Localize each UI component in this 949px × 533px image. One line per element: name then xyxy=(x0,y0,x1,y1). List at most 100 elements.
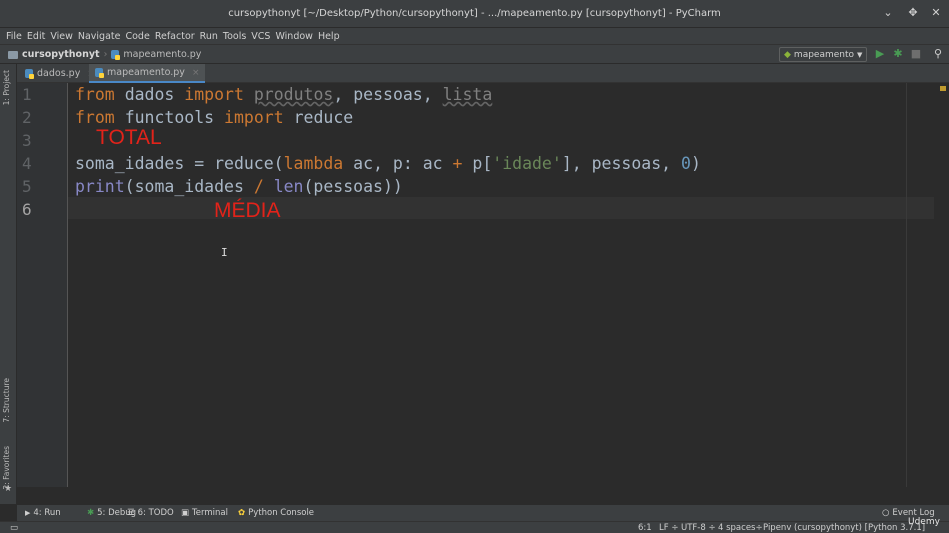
status-bar: ▭ 6:1 LF ÷ UTF-8 ÷ 4 spaces÷ Pipenv (cur… xyxy=(0,521,949,533)
project-tool-tab[interactable]: 1: Project xyxy=(2,70,11,105)
python-file-icon xyxy=(95,68,104,78)
text-cursor-icon: I xyxy=(221,246,228,259)
breadcrumb-separator-icon: › xyxy=(103,49,108,60)
menu-file[interactable]: File xyxy=(6,31,22,42)
navigation-bar: cursopythonyt › mapeamento.py ◆ mapeamen… xyxy=(0,44,949,64)
breadcrumb-project[interactable]: cursopythonyt xyxy=(22,49,100,60)
code-line[interactable]: from functools import reduce xyxy=(75,108,353,127)
python-interpreter[interactable]: Pipenv (cursopythonyt) [Python 3.7.1] xyxy=(763,523,925,533)
menu-help[interactable]: Help xyxy=(318,31,340,42)
punctuation: , xyxy=(422,85,433,104)
close-icon[interactable]: ✕ xyxy=(929,6,943,20)
run-tool-button[interactable]: ▶ 4: Run xyxy=(25,508,61,518)
python-file-icon xyxy=(111,50,121,60)
code-line[interactable]: print(soma_idades / len(pessoas)) xyxy=(75,177,403,196)
menu-window[interactable]: Window xyxy=(275,31,312,42)
module-name: functools xyxy=(124,108,215,127)
module-name: dados xyxy=(124,85,175,104)
keyword: lambda xyxy=(283,154,344,173)
keyword: import xyxy=(184,85,244,104)
breadcrumb-file[interactable]: mapeamento.py xyxy=(123,49,201,60)
menu-bar: File Edit View Navigate Code Refactor Ru… xyxy=(0,28,949,44)
python-config-icon: ◆ xyxy=(784,49,791,60)
debug-icon[interactable]: ✱ xyxy=(892,48,904,60)
todo-tool-button[interactable]: ☰ 6: TODO xyxy=(127,508,174,518)
layout-icon[interactable]: ▭ xyxy=(10,523,18,533)
stop-icon[interactable]: ■ xyxy=(910,48,922,60)
close-tab-icon[interactable]: × xyxy=(192,68,200,78)
code-text: (pessoas)) xyxy=(303,177,403,196)
menu-tools[interactable]: Tools xyxy=(223,31,246,42)
code-text: soma_idades = reduce( xyxy=(75,154,284,173)
indent-setting[interactable]: 4 spaces÷ xyxy=(718,523,763,533)
keyword: from xyxy=(75,108,115,127)
run-tool-label: 4: Run xyxy=(33,508,61,518)
structure-tool-tab[interactable]: 7: Structure xyxy=(2,378,11,423)
right-margin-guide xyxy=(906,83,907,487)
menu-run[interactable]: Run xyxy=(200,31,218,42)
line-number: 3 xyxy=(22,131,32,150)
code-editor[interactable]: 1 2 3 4 5 6 from dados import produtos, … xyxy=(17,83,949,504)
warning-marker-icon[interactable] xyxy=(940,86,946,91)
python-console-button[interactable]: ✿ Python Console xyxy=(238,508,314,518)
tool-window-bar: ▶ 4: Run ✱ 5: Debug ☰ 6: TODO ▣ Terminal… xyxy=(17,504,949,521)
udemy-watermark: Udemy xyxy=(908,517,940,527)
operator: + xyxy=(452,154,463,173)
python-console-label: Python Console xyxy=(248,508,315,518)
keyword: from xyxy=(75,85,115,104)
file-encoding[interactable]: UTF-8 ÷ xyxy=(681,523,716,533)
search-icon[interactable]: ⚲ xyxy=(932,48,944,60)
line-number: 5 xyxy=(22,177,32,196)
minimize-icon[interactable]: ⌄ xyxy=(881,6,895,20)
line-number: 4 xyxy=(22,154,32,173)
code-text: ac, p: ac xyxy=(343,154,453,173)
menu-view[interactable]: View xyxy=(50,31,73,42)
menu-edit[interactable]: Edit xyxy=(27,31,45,42)
title-bar: cursopythonyt [~/Desktop/Python/cursopyt… xyxy=(0,0,949,28)
unused-import: lista xyxy=(442,85,493,104)
code-text: p[ xyxy=(462,154,493,173)
window-title: cursopythonyt [~/Desktop/Python/cursopyt… xyxy=(228,8,721,19)
run-icon[interactable]: ▶ xyxy=(874,48,886,60)
terminal-icon: ▣ xyxy=(181,508,190,518)
chevron-down-icon: ▼ xyxy=(857,50,863,59)
python-file-icon xyxy=(25,69,34,79)
breadcrumb: cursopythonyt › mapeamento.py xyxy=(8,49,201,60)
folder-icon xyxy=(8,50,18,59)
string-literal: 'idade' xyxy=(492,154,562,173)
event-log-icon: ○ xyxy=(882,508,890,518)
line-number: 6 xyxy=(22,200,32,219)
tab-mapeamento[interactable]: mapeamento.py × xyxy=(89,64,206,83)
menu-vcs[interactable]: VCS xyxy=(251,31,270,42)
bug-icon: ✱ xyxy=(87,508,95,518)
menu-code[interactable]: Code xyxy=(125,31,149,42)
menu-refactor[interactable]: Refactor xyxy=(155,31,195,42)
import-name: reduce xyxy=(293,108,354,127)
todo-tool-label: 6: TODO xyxy=(137,508,174,518)
terminal-tool-button[interactable]: ▣ Terminal xyxy=(181,508,228,518)
maximize-icon[interactable]: ✥ xyxy=(906,6,920,20)
code-line[interactable]: from dados import produtos, pessoas, lis… xyxy=(75,85,492,104)
unused-import: produtos xyxy=(253,85,334,104)
star-icon: ★ xyxy=(4,484,13,494)
tab-label: dados.py xyxy=(37,68,81,79)
run-config-select[interactable]: ◆ mapeamento ▼ xyxy=(779,47,867,62)
code-line[interactable]: soma_idades = reduce(lambda ac, p: ac + … xyxy=(75,154,701,173)
punctuation: , xyxy=(333,85,344,104)
builtin: print xyxy=(75,177,125,196)
line-number: 2 xyxy=(22,108,32,127)
line-number: 1 xyxy=(22,85,32,104)
caret-position[interactable]: 6:1 xyxy=(638,523,652,533)
keyword: import xyxy=(224,108,284,127)
line-separator[interactable]: LF ÷ xyxy=(659,523,678,533)
terminal-tool-label: Terminal xyxy=(192,508,228,518)
python-icon: ✿ xyxy=(238,508,246,518)
list-icon: ☰ xyxy=(127,508,135,518)
menu-navigate[interactable]: Navigate xyxy=(78,31,121,42)
code-text: ) xyxy=(690,154,701,173)
current-line-highlight xyxy=(17,197,934,219)
code-text: ], pessoas, xyxy=(561,154,682,173)
editor-tab-bar: dados.py × mapeamento.py × xyxy=(17,64,949,83)
run-config-label: mapeamento xyxy=(793,49,855,60)
